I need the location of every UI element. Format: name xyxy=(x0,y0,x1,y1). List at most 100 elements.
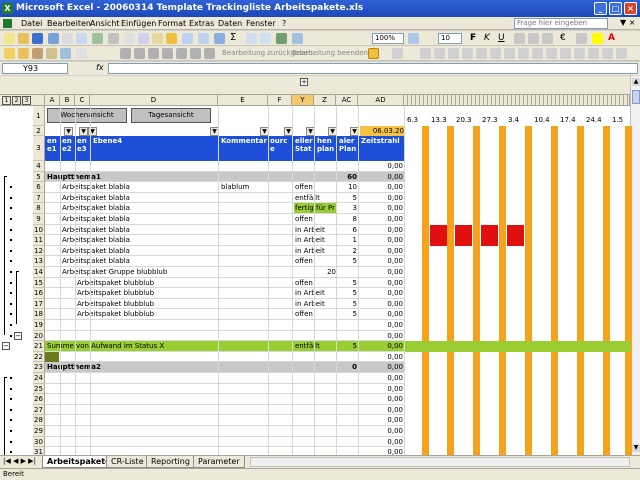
outline-level-2[interactable]: 2 xyxy=(12,96,21,105)
cell-ac[interactable]: 1 xyxy=(336,235,357,245)
row-header-5[interactable]: 5 xyxy=(33,171,45,183)
cell-ad[interactable]: 0,00 xyxy=(358,161,403,171)
cell-ac[interactable]: 5 xyxy=(336,299,357,309)
cell-d[interactable]: Arbeitspaket blabla xyxy=(61,182,218,192)
fill-color-icon[interactable] xyxy=(592,33,603,44)
minimize-button[interactable]: _ xyxy=(594,2,607,15)
column-header-a[interactable]: A xyxy=(45,95,60,106)
toolbar2-comment-icon[interactable] xyxy=(120,48,131,59)
cell-d[interactable]: Arbeitspaket blubblub xyxy=(76,278,218,288)
research-icon[interactable] xyxy=(108,33,119,44)
cell-d[interactable]: Arbeitspaket blubblub xyxy=(76,288,218,298)
cell-y-status[interactable]: in Arbeit xyxy=(294,246,336,256)
toolbar2-label-icon[interactable] xyxy=(434,48,445,59)
toolbar2-props-icon[interactable] xyxy=(532,48,543,59)
cell-ac[interactable]: 5 xyxy=(336,193,357,203)
day-view-button[interactable]: Tagesansicht xyxy=(131,108,211,123)
cell-ad[interactable]: 0,00 xyxy=(358,426,403,436)
column-header-z[interactable]: Z xyxy=(314,95,336,106)
menu-extras[interactable]: Extras xyxy=(189,18,214,29)
row-header-21[interactable]: 21 xyxy=(33,341,45,352)
filter-dropdown-icon[interactable]: ▼ xyxy=(79,127,88,136)
menu-format[interactable]: Format xyxy=(158,18,186,29)
row-header-22[interactable]: 22 xyxy=(33,351,45,363)
toolbar2-radio-icon[interactable] xyxy=(462,48,473,59)
outline-level-3[interactable]: 3 xyxy=(22,96,31,105)
toolbar2-grid2-icon[interactable] xyxy=(560,48,571,59)
column-header-c[interactable]: C xyxy=(75,95,90,106)
cell-y-status[interactable]: offen xyxy=(294,278,336,288)
fx-icon[interactable]: fx xyxy=(96,63,104,72)
cell-ad[interactable]: 0,00 xyxy=(358,394,403,404)
cell-ad[interactable]: 0,00 xyxy=(358,193,403,203)
scroll-up-icon[interactable]: ▲ xyxy=(632,78,640,86)
row-header-4[interactable]: 4 xyxy=(33,161,45,172)
cell-d[interactable]: Hauptthema2 xyxy=(46,362,218,372)
cell-ad[interactable]: 0,00 xyxy=(358,362,403,372)
currency-icon[interactable]: € xyxy=(560,33,571,44)
italic-icon[interactable]: K xyxy=(484,33,495,44)
cell-ac[interactable]: 5 xyxy=(336,341,357,351)
cell-d[interactable]: Arbeitspaket blabla xyxy=(61,246,218,256)
copy-icon[interactable] xyxy=(138,33,149,44)
row-header-1[interactable]: 1 xyxy=(33,106,45,126)
row-header-19[interactable]: 19 xyxy=(33,320,45,331)
row-header-26[interactable]: 26 xyxy=(33,394,45,405)
outline-level-1[interactable]: 1 xyxy=(2,96,11,105)
autosum-icon[interactable]: Σ xyxy=(230,33,241,44)
chart-wizard-icon[interactable] xyxy=(276,33,287,44)
font-color-icon[interactable]: A xyxy=(608,33,619,44)
align-right-icon[interactable] xyxy=(542,33,553,44)
cell-ad[interactable]: 0,00 xyxy=(358,415,403,425)
align-center-icon[interactable] xyxy=(528,33,539,44)
permission-icon[interactable] xyxy=(48,33,59,44)
font-size-select[interactable]: 10 xyxy=(438,33,462,44)
cell-ac[interactable]: 60 xyxy=(336,172,357,182)
column-header-ad[interactable]: AD xyxy=(358,95,404,106)
toolbar2-active-icon[interactable] xyxy=(368,48,379,59)
cell-ad[interactable]: 0,00 xyxy=(358,341,403,351)
toolbar2-grid-icon[interactable] xyxy=(392,48,403,59)
sort-asc-icon[interactable] xyxy=(246,33,257,44)
cell-ac[interactable]: 5 xyxy=(336,256,357,266)
cell-ac[interactable]: 10 xyxy=(336,182,357,192)
toolbar2-folder-icon[interactable] xyxy=(4,48,15,59)
toolbar2-book-icon[interactable] xyxy=(46,48,57,59)
cell-ad[interactable]: 0,00 xyxy=(358,352,403,362)
row-header-18[interactable]: 18 xyxy=(33,309,45,320)
cell-y-status[interactable]: entfällt xyxy=(294,193,336,203)
align-left-icon[interactable] xyxy=(514,33,525,44)
row-header-20[interactable]: 20 xyxy=(33,330,45,342)
column-header-e[interactable]: E xyxy=(218,95,268,106)
toolbar2-combo-icon[interactable] xyxy=(490,48,501,59)
toolbar2-doc-icon[interactable] xyxy=(76,48,87,59)
sort-desc-icon[interactable] xyxy=(260,33,271,44)
cell-ac[interactable]: 5 xyxy=(336,288,357,298)
row-header-28[interactable]: 28 xyxy=(33,415,45,426)
cell-y-status[interactable]: offen xyxy=(294,256,336,266)
cell-d[interactable]: Hauptthema1 xyxy=(46,172,218,182)
row-header-17[interactable]: 17 xyxy=(33,298,45,310)
hyperlink-icon[interactable] xyxy=(214,33,225,44)
cell-ac[interactable]: 2 xyxy=(336,246,357,256)
cell-ad[interactable]: 0,00 xyxy=(358,384,403,394)
toolbar2-checkbox-icon[interactable] xyxy=(448,48,459,59)
toolbar2-code-icon[interactable] xyxy=(546,48,557,59)
cell-ad[interactable]: 0,00 xyxy=(358,225,403,235)
cell-grid[interactable]: 1 2 3 Wochenansicht Tagesansicht 6.3 13.3 20.3 2… xyxy=(0,106,632,455)
horizontal-scrollbar[interactable] xyxy=(250,457,630,467)
save-icon[interactable] xyxy=(32,33,43,44)
cell-y-status[interactable]: in Arbeit xyxy=(294,235,336,245)
row-header-24[interactable]: 24 xyxy=(33,373,45,384)
row-header-7[interactable]: 7 xyxy=(33,192,45,204)
cut-icon[interactable] xyxy=(124,33,135,44)
cell-d[interactable]: Arbeitspaket blubblub xyxy=(76,309,218,319)
menu-fenster[interactable]: Fenster xyxy=(246,18,276,29)
paste-icon[interactable] xyxy=(152,33,163,44)
cell-y-status[interactable]: fertig für Pr xyxy=(294,203,336,214)
row-header-8[interactable]: 8 xyxy=(33,203,45,214)
cell-ad[interactable]: 0,00 xyxy=(358,246,403,256)
toolbar2-comment2-icon[interactable] xyxy=(134,48,145,59)
tab-parameter[interactable]: Parameter xyxy=(193,456,245,468)
menu-daten[interactable]: Daten xyxy=(218,18,242,29)
